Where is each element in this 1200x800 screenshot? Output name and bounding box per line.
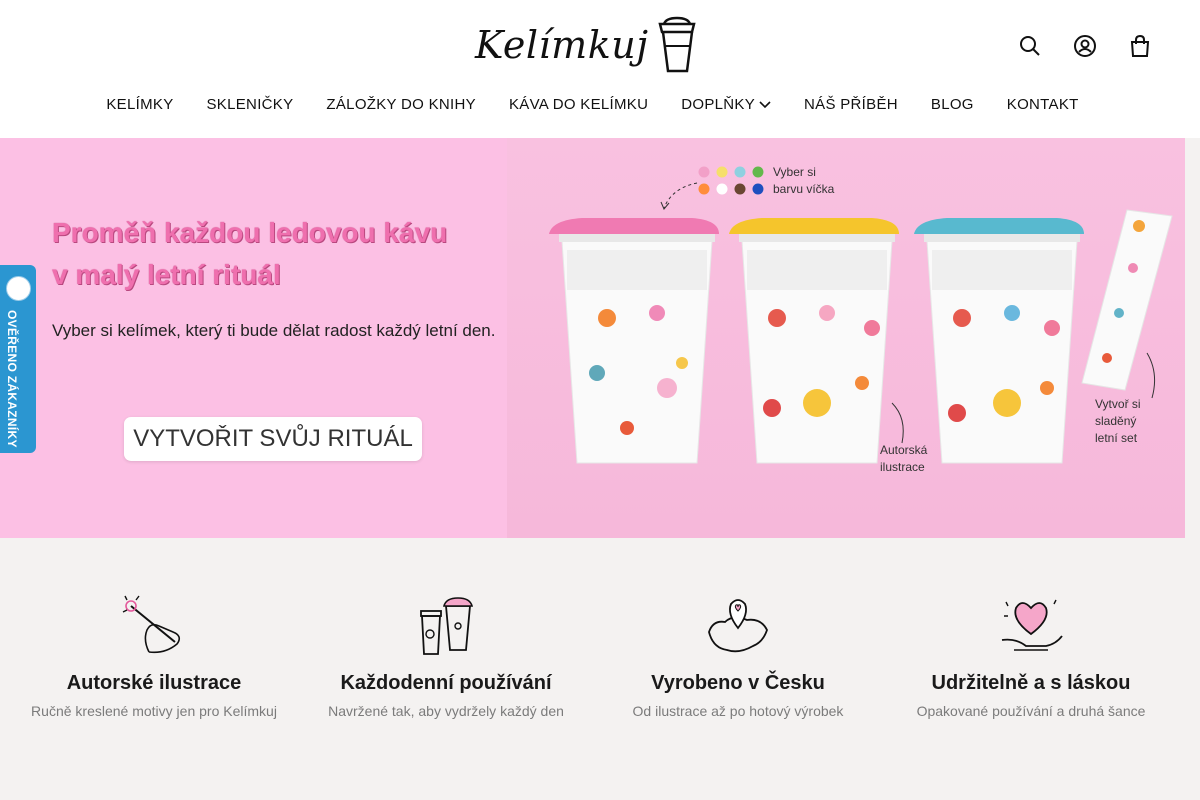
nav-item-zalozky[interactable]: ZÁLOŽKY DO KNIHY xyxy=(326,96,476,113)
cup-blue xyxy=(914,218,1084,464)
feature-title: Každodenní používání xyxy=(340,672,552,694)
feature-item: Udržitelně a s láskou Opakované používán… xyxy=(885,592,1177,719)
nav-item-kontakt[interactable]: KONTAKT xyxy=(1007,96,1079,113)
annotation-text: barvu víčka xyxy=(773,182,835,196)
nav-item-kava[interactable]: KÁVA DO KELÍMKU xyxy=(509,96,648,113)
cup-yellow xyxy=(729,218,899,464)
feature-item: Každodenní používání Navržené tak, aby v… xyxy=(300,592,592,719)
nav-item-label: KONTAKT xyxy=(1006,96,1079,113)
nav-item-label: BLOG xyxy=(930,96,974,113)
nav-item-label: KÁVA DO KELÍMKU xyxy=(508,96,649,113)
hand-drawing-icon xyxy=(122,595,181,654)
annotation-text: sladěný xyxy=(1095,414,1137,428)
chevron-down-icon xyxy=(759,100,771,108)
cta-button[interactable]: VYTVOŘIT SVŮJ RITUÁL xyxy=(124,417,422,461)
bookmark xyxy=(1081,209,1173,391)
feature-item: Vyrobeno v Česku Od ilustrace až po hoto… xyxy=(592,592,884,719)
hero-subtitle: Vyber si kelímek, který ti bude dělat ra… xyxy=(52,321,496,340)
search-icon[interactable] xyxy=(1017,31,1042,61)
feature-text: Ručně kreslené motivy jen pro Kelímkuj xyxy=(31,703,277,719)
brand-logo[interactable]: Kelímkuj xyxy=(475,14,710,76)
hero-product-image: Vyber si barvu víčka Autorská ilustrace … xyxy=(507,138,1185,538)
feature-title: Autorské ilustrace xyxy=(66,672,242,694)
hero-title-line-2: v malý letní rituál xyxy=(52,259,281,290)
cart-icon[interactable] xyxy=(1127,31,1152,61)
czech-map-pin-icon xyxy=(708,599,768,653)
feature-text: Od ilustrace až po hotový výrobek xyxy=(632,703,844,719)
cup-pink xyxy=(549,218,719,464)
feature-text: Navržené tak, aby vydržely každý den xyxy=(328,703,564,719)
annotation-text: letní set xyxy=(1095,431,1138,445)
hero-title: Proměň každou ledovou kávu v malý letní … xyxy=(52,212,447,296)
header-icons xyxy=(1017,31,1152,61)
nav-item-sklenicky[interactable]: SKLENIČKY xyxy=(207,96,294,113)
nav-item-label: KELÍMKY xyxy=(106,96,174,113)
seal-icon xyxy=(6,276,31,301)
annotation-text: Vytvoř si xyxy=(1095,397,1141,411)
hero-title-line-1: Proměň každou ledovou kávu xyxy=(52,217,448,248)
annotation-text: Vyber si xyxy=(773,165,816,179)
lid-color-swatches xyxy=(698,166,764,195)
features-section: Autorské ilustrace Ručně kreslené motivy… xyxy=(0,538,1185,800)
cups-icon xyxy=(420,597,474,655)
badge-label: OVĚŘENO ZÁKAZNÍKY xyxy=(5,310,19,448)
annotation-text: Autorská xyxy=(880,443,928,457)
account-icon[interactable] xyxy=(1072,31,1097,61)
annotation-text: ilustrace xyxy=(880,460,925,474)
annotation-illustration: Autorská ilustrace xyxy=(880,442,927,476)
nav-item-label: DOPLŇKY xyxy=(681,96,756,113)
product-cups-illustration xyxy=(549,166,1173,464)
nav-item-label: ZÁLOŽKY DO KNIHY xyxy=(326,96,476,113)
nav-item-label: SKLENIČKY xyxy=(206,96,294,113)
nav-item-doplnky[interactable]: DOPLŇKY xyxy=(681,96,771,113)
nav-item-nas-pribeh[interactable]: NÁŠ PŘÍBĚH xyxy=(804,96,898,113)
site-header: Kelímkuj KELÍMKY SKLENIČKY ZÁLOŽKY DO KN… xyxy=(0,0,1200,138)
annotation-set: Vytvoř si sladěný letní set xyxy=(1095,396,1141,447)
feature-item: Autorské ilustrace Ručně kreslené motivy… xyxy=(8,592,300,719)
hero-banner[interactable]: Proměň každou ledovou kávu v malý letní … xyxy=(0,138,1185,538)
feature-title: Vyrobeno v Česku xyxy=(651,672,825,694)
verified-customers-badge[interactable]: OVĚŘENO ZÁKAZNÍKY xyxy=(0,265,36,453)
main-nav: KELÍMKY SKLENIČKY ZÁLOŽKY DO KNIHY KÁVA … xyxy=(0,96,1185,113)
annotation-lid-color: Vyber si barvu víčka xyxy=(773,164,834,198)
nav-item-label: NÁŠ PŘÍBĚH xyxy=(804,96,898,113)
feature-title: Udržitelně a s láskou xyxy=(931,672,1131,694)
nav-item-kelimky[interactable]: KELÍMKY xyxy=(106,96,173,113)
feature-text: Opakované používání a druhá šance xyxy=(916,703,1146,719)
heart-hands-icon xyxy=(1001,599,1063,651)
brand-name: Kelímkuj xyxy=(475,23,649,67)
nav-item-blog[interactable]: BLOG xyxy=(931,96,974,113)
cup-logo-icon xyxy=(658,16,697,73)
